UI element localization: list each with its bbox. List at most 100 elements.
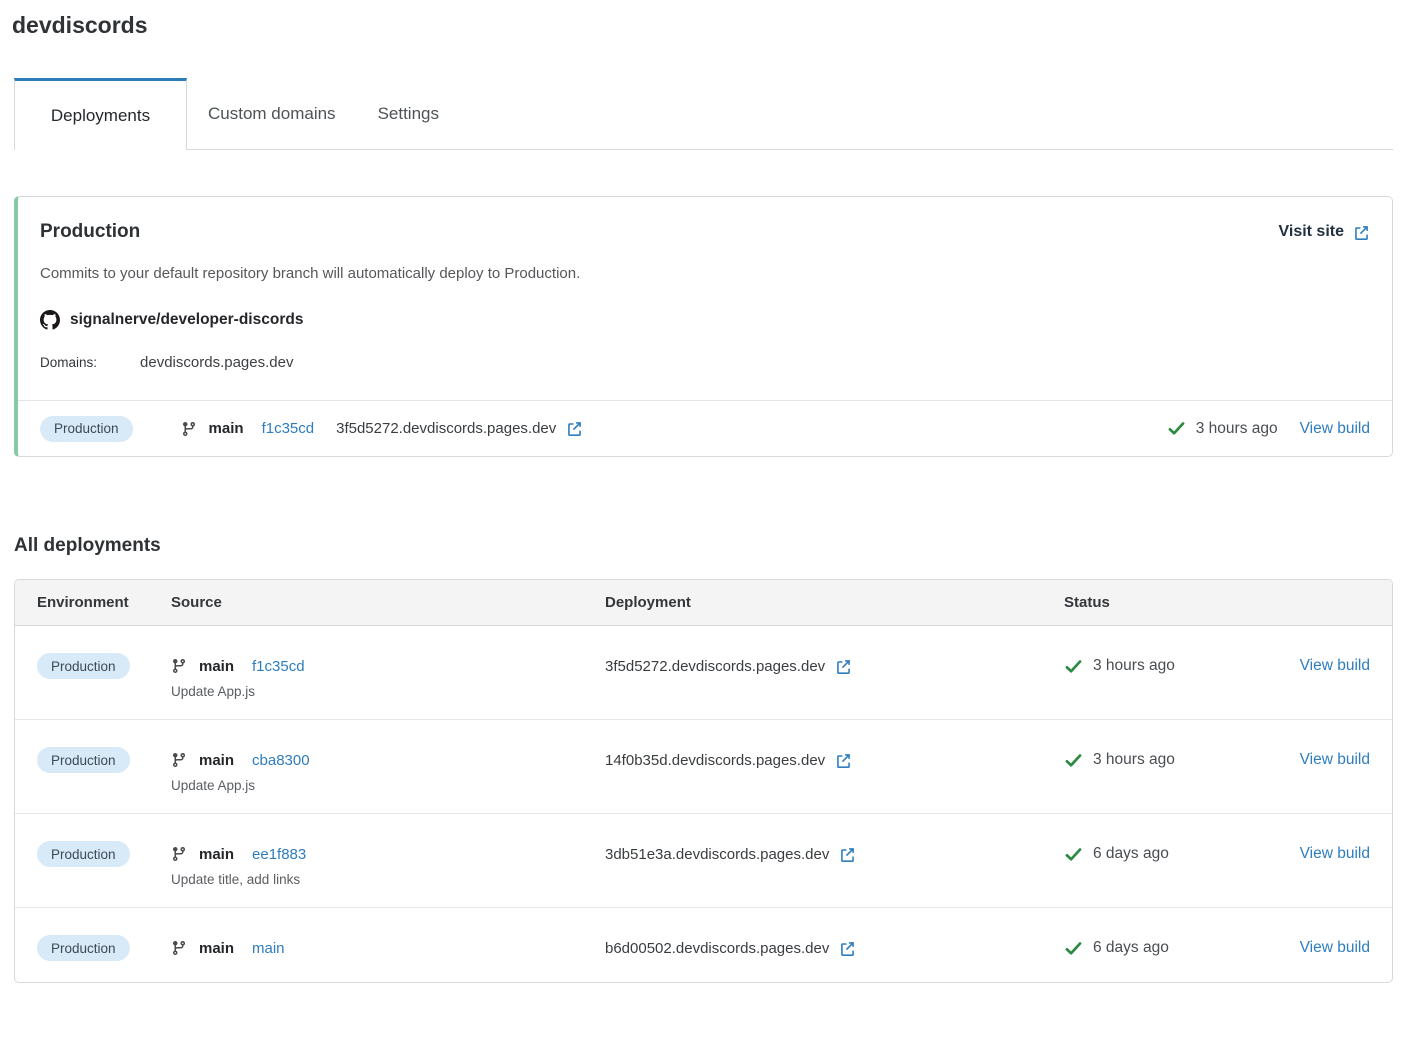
branch-name: main	[199, 752, 234, 769]
environment-cell: Production	[37, 626, 171, 700]
page-title: devdiscords	[12, 12, 1393, 39]
production-card: Production Visit site Commits to your de…	[14, 196, 1393, 457]
check-icon	[1064, 845, 1083, 864]
commit-message: Update App.js	[171, 684, 605, 699]
check-icon	[1064, 751, 1083, 770]
table-header-row: Environment Source Deployment Status	[15, 580, 1392, 626]
actions-cell: View build	[1284, 626, 1370, 700]
status-time: 3 hours ago	[1093, 751, 1175, 769]
deployment-cell: 3db51e3a.devdiscords.pages.dev	[605, 814, 1064, 888]
git-branch-icon	[181, 421, 197, 437]
view-build-link[interactable]: View build	[1300, 751, 1370, 769]
deployments-table: Environment Source Deployment Status Pro…	[14, 579, 1393, 983]
deployment-cell: 14f0b35d.devdiscords.pages.dev	[605, 720, 1064, 794]
visit-site-label: Visit site	[1278, 223, 1344, 241]
git-branch-icon	[171, 846, 187, 862]
commit-link[interactable]: f1c35cd	[252, 658, 305, 675]
environment-cell: Production	[37, 814, 171, 888]
view-build-link[interactable]: View build	[1300, 657, 1370, 675]
deployment-url: 3db51e3a.devdiscords.pages.dev	[605, 846, 829, 863]
table-row: Production main f1c35cd Update App.js 3f…	[15, 626, 1392, 720]
column-header-deployment: Deployment	[605, 594, 1064, 611]
external-link-icon	[839, 940, 856, 957]
repo-line: signalnerve/developer-discords	[40, 310, 1370, 330]
commit-link[interactable]: cba8300	[252, 752, 310, 769]
git-branch-icon	[171, 752, 187, 768]
external-link-icon	[835, 658, 852, 675]
commit-message: Update App.js	[171, 778, 605, 793]
deployment-url-external-link[interactable]	[839, 940, 856, 957]
view-build-link[interactable]: View build	[1300, 420, 1370, 438]
branch-name: main	[199, 940, 234, 957]
table-row: Production main ee1f883 Update title, ad…	[15, 814, 1392, 908]
deployment-url-external-link[interactable]	[839, 846, 856, 863]
deployment-url-group: 3f5d5272.devdiscords.pages.dev	[336, 420, 583, 437]
source-group: main f1c35cd	[181, 420, 315, 437]
all-deployments-title: All deployments	[14, 535, 1393, 557]
external-link-icon	[566, 420, 583, 437]
table-body: Production main f1c35cd Update App.js 3f…	[15, 626, 1392, 982]
domains-label: Domains:	[40, 355, 97, 370]
production-description: Commits to your default repository branc…	[40, 265, 1370, 282]
branch-name: main	[199, 658, 234, 675]
environment-cell: Production	[37, 908, 171, 982]
environment-badge: Production	[37, 935, 130, 961]
domains-value: devdiscords.pages.dev	[140, 354, 293, 371]
column-header-source: Source	[171, 594, 605, 611]
actions-cell: View build	[1284, 908, 1370, 982]
visit-site-link[interactable]: Visit site	[1278, 223, 1370, 241]
deployment-url-external-link[interactable]	[835, 658, 852, 675]
column-header-status: Status	[1064, 594, 1284, 611]
status-time: 3 hours ago	[1196, 420, 1278, 438]
source-cell: main f1c35cd Update App.js	[171, 626, 605, 719]
status-time: 6 days ago	[1093, 845, 1169, 863]
status-cell: 3 hours ago	[1064, 720, 1284, 794]
source-cell: main cba8300 Update App.js	[171, 720, 605, 813]
production-card-title: Production	[40, 221, 140, 243]
domains-line: Domains: devdiscords.pages.dev	[40, 354, 1370, 371]
source-cell: main ee1f883 Update title, add links	[171, 814, 605, 907]
branch-name: main	[199, 846, 234, 863]
commit-link[interactable]: f1c35cd	[262, 420, 315, 437]
branch-name: main	[209, 420, 244, 437]
table-row: Production main cba8300 Update App.js 14…	[15, 720, 1392, 814]
actions-cell: View build	[1284, 720, 1370, 794]
actions-cell: View build	[1284, 814, 1370, 888]
commit-message: Update title, add links	[171, 872, 605, 887]
check-icon	[1064, 939, 1083, 958]
status-time: 3 hours ago	[1093, 657, 1175, 675]
environment-badge: Production	[37, 747, 130, 773]
production-deployment-row: Production main f1c35cd 3f5d5272.devdisc…	[18, 400, 1392, 456]
deployment-url-external-link[interactable]	[566, 420, 583, 437]
deployment-cell: 3f5d5272.devdiscords.pages.dev	[605, 626, 1064, 700]
tab-settings[interactable]: Settings	[357, 78, 460, 149]
environment-badge: Production	[37, 841, 130, 867]
table-row: Production main main b6d00502.devdiscord…	[15, 908, 1392, 982]
tab-deployments[interactable]: Deployments	[14, 78, 187, 150]
deployment-url: 14f0b35d.devdiscords.pages.dev	[605, 752, 825, 769]
deployment-url: 3f5d5272.devdiscords.pages.dev	[605, 658, 825, 675]
source-cell: main main	[171, 908, 605, 982]
tab-custom-domains[interactable]: Custom domains	[187, 78, 357, 149]
check-icon	[1167, 419, 1186, 438]
deployment-url: 3f5d5272.devdiscords.pages.dev	[336, 420, 556, 437]
commit-link[interactable]: ee1f883	[252, 846, 306, 863]
external-link-icon	[835, 752, 852, 769]
column-header-environment: Environment	[37, 594, 171, 611]
commit-link[interactable]: main	[252, 940, 285, 957]
environment-cell: Production	[37, 720, 171, 794]
deployment-url: b6d00502.devdiscords.pages.dev	[605, 940, 829, 957]
view-build-link[interactable]: View build	[1300, 845, 1370, 863]
git-branch-icon	[171, 940, 187, 956]
deployment-url-external-link[interactable]	[835, 752, 852, 769]
external-link-icon	[1353, 224, 1370, 241]
repo-name: signalnerve/developer-discords	[70, 311, 303, 329]
page-root: devdiscords Deployments Custom domains S…	[0, 0, 1413, 983]
github-icon	[40, 310, 60, 330]
git-branch-icon	[171, 658, 187, 674]
view-build-link[interactable]: View build	[1300, 939, 1370, 957]
tab-bar: Deployments Custom domains Settings	[14, 78, 1393, 150]
status-cell: 6 days ago	[1064, 908, 1284, 982]
external-link-icon	[839, 846, 856, 863]
status-time: 6 days ago	[1093, 939, 1169, 957]
